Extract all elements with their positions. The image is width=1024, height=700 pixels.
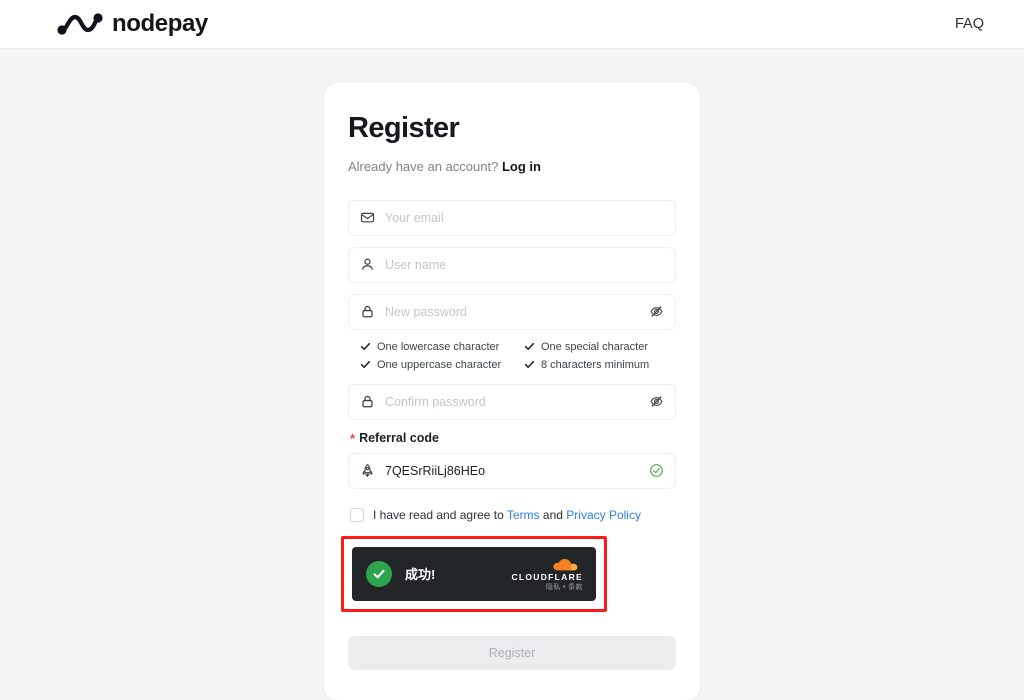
terms-text: I have read and agree to Terms and Priva… xyxy=(373,508,641,522)
nodepay-wave-logo-icon xyxy=(57,13,103,35)
turnstile-status-text: 成功! xyxy=(405,567,436,583)
turnstile-highlight-box: 成功! CLOUDFLARE 隐私 • 条款 xyxy=(341,535,607,612)
circle-check-icon xyxy=(649,463,664,478)
check-icon xyxy=(360,359,371,370)
lock-icon xyxy=(360,304,375,319)
terms-conjunction: and xyxy=(542,507,563,522)
terms-link[interactable]: Terms xyxy=(507,508,540,522)
login-link[interactable]: Log in xyxy=(502,159,541,174)
envelope-icon xyxy=(360,210,375,225)
password-rule: One special character xyxy=(524,341,676,353)
rocket-icon xyxy=(360,463,375,478)
login-prompt: Already have an account? Log in xyxy=(348,159,676,174)
check-icon xyxy=(524,359,535,370)
app-header: nodepay FAQ xyxy=(0,0,1024,49)
username-field[interactable]: User name xyxy=(348,246,676,283)
password-rule-label: 8 characters minimum xyxy=(541,358,650,371)
eye-off-icon[interactable] xyxy=(649,394,664,409)
privacy-policy-link[interactable]: Privacy Policy xyxy=(566,508,641,522)
check-icon xyxy=(360,341,371,352)
password-rule-label: One special character xyxy=(541,340,648,353)
register-card: Register Already have an account? Log in… xyxy=(324,83,700,700)
brand-logo[interactable]: nodepay xyxy=(57,11,208,37)
referral-code-field[interactable]: 7QESrRiiLj86HEo xyxy=(348,452,676,489)
brand-name: nodepay xyxy=(112,10,208,37)
terms-checkbox[interactable] xyxy=(350,507,364,522)
cloudflare-cloud-icon xyxy=(553,558,578,570)
cloudflare-wordmark: CLOUDFLARE xyxy=(511,571,583,582)
password-rule: One lowercase character xyxy=(360,341,512,353)
password-requirements: One lowercase character One special char… xyxy=(360,341,676,371)
password-rule-label: One uppercase character xyxy=(377,358,502,371)
cloudflare-brand: CLOUDFLARE 隐私 • 条款 xyxy=(511,557,583,592)
confirm-password-input-text: Confirm password xyxy=(385,394,486,409)
page-title: Register xyxy=(348,112,460,144)
confirm-password-field[interactable]: Confirm password xyxy=(348,383,676,420)
terms-prefix: I have read and agree to xyxy=(373,507,504,522)
email-field[interactable]: Your email xyxy=(348,199,676,236)
password-rule: One uppercase character xyxy=(360,359,512,371)
login-prompt-text: Already have an account? xyxy=(348,158,499,174)
password-input-text: New password xyxy=(385,304,467,319)
check-circle-icon xyxy=(366,560,392,587)
cloudflare-privacy-terms: 隐私 • 条款 xyxy=(545,584,583,592)
faq-link[interactable]: FAQ xyxy=(955,16,984,32)
lock-icon xyxy=(360,394,375,409)
page-body: Register Already have an account? Log in… xyxy=(0,49,1024,700)
referral-code-input-text: 7QESrRiiLj86HEo xyxy=(385,463,486,478)
eye-off-icon[interactable] xyxy=(649,304,664,319)
email-input-text: Your email xyxy=(385,210,444,225)
referral-code-label: * Referral code xyxy=(350,430,676,447)
required-asterisk: * xyxy=(350,431,356,447)
check-icon xyxy=(524,341,535,352)
register-submit-button[interactable]: Register xyxy=(348,635,676,670)
username-input-text: User name xyxy=(385,257,447,272)
password-rule: 8 characters minimum xyxy=(524,359,676,371)
password-rule-label: One lowercase character xyxy=(377,340,500,353)
cloudflare-turnstile-widget[interactable]: 成功! CLOUDFLARE 隐私 • 条款 xyxy=(352,546,596,601)
password-field[interactable]: New password xyxy=(348,293,676,330)
user-icon xyxy=(360,257,375,272)
terms-agreement-row: I have read and agree to Terms and Priva… xyxy=(350,507,676,522)
referral-code-label-text: Referral code xyxy=(359,430,439,445)
